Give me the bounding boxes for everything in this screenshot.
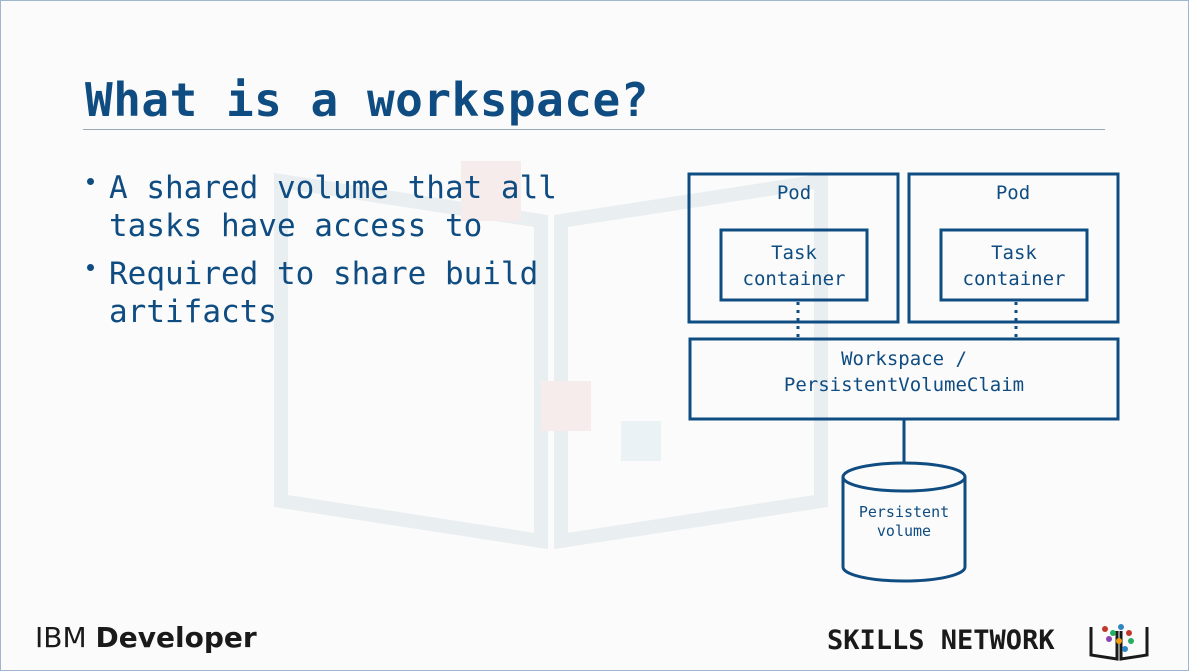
slide: What is a workspace? A shared volume tha… [0,0,1189,671]
skills-network-logo-icon [1089,624,1149,661]
persistent-volume-line1: Persistent [859,503,949,521]
brand-developer: Developer [95,621,257,654]
task-container-left-line1: Task [771,242,817,264]
pod-left-label: Pod [777,182,811,204]
task-container-right-line2: container [963,268,1066,290]
brand-ibm: IBM [35,621,87,654]
workspace-label-line2: PersistentVolumeClaim [784,374,1024,396]
ibm-developer-logo: IBM Developer [35,621,257,654]
task-container-left-line2: container [743,268,846,290]
workspace-diagram: Pod Task container Pod Task container Wo… [687,172,1120,583]
skills-network-text: SKILLS NETWORK [827,625,1055,656]
task-container-right-line1: Task [991,242,1037,264]
pod-right-label: Pod [996,182,1030,204]
workspace-label-line1: Workspace / [841,348,967,370]
persistent-volume-line2: volume [877,522,931,540]
